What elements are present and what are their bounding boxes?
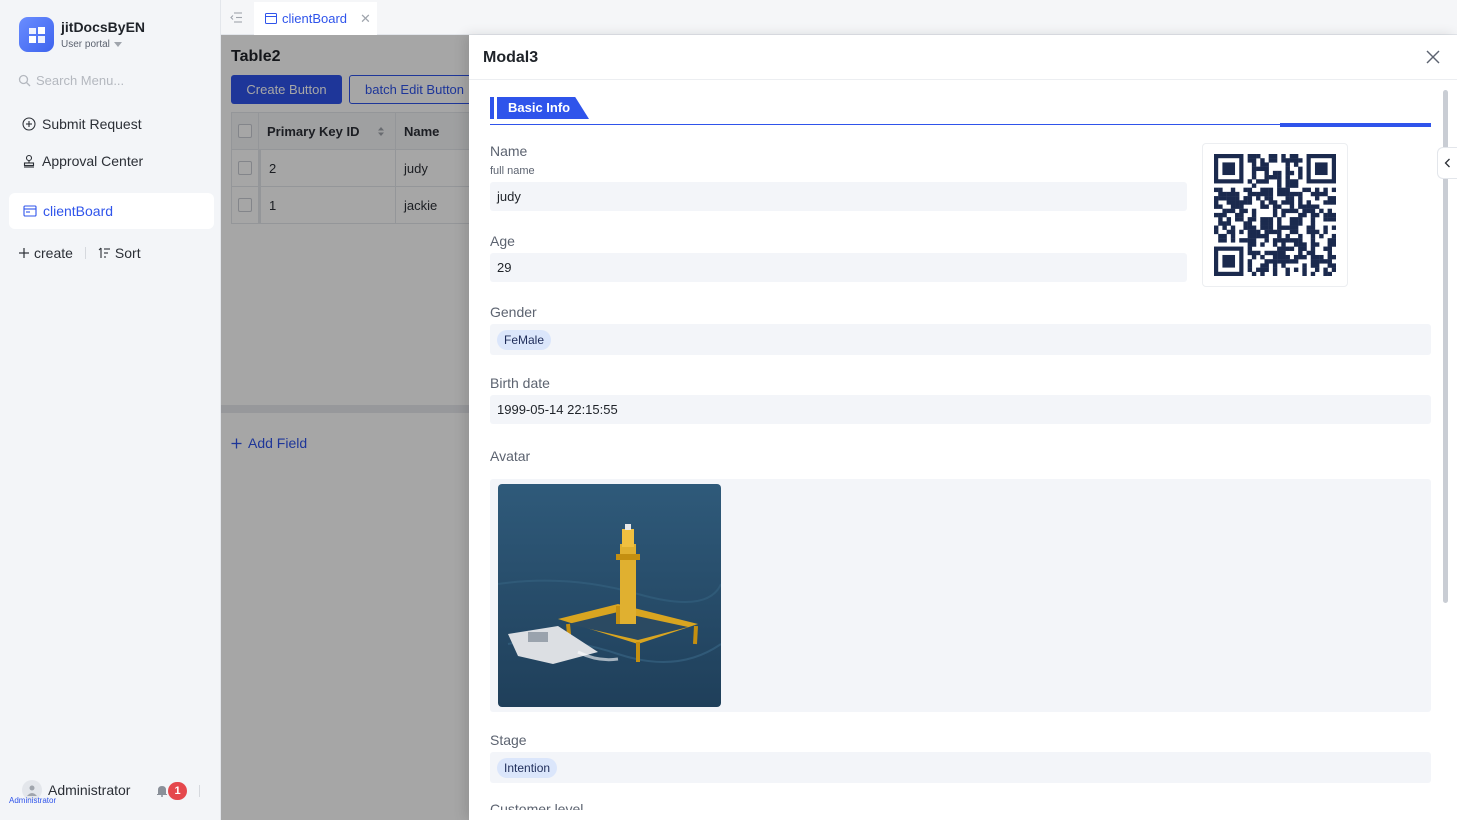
search-menu-input[interactable]: Search Menu... — [18, 73, 124, 88]
sidebar-item-clientboard[interactable]: clientBoard — [9, 193, 214, 229]
age-field: 29 — [490, 253, 1187, 282]
user-role-tag: Administrator — [9, 796, 57, 805]
close-icon[interactable] — [1426, 50, 1440, 67]
field-label-gender: Gender — [490, 304, 537, 320]
tab-label: clientBoard — [282, 11, 348, 26]
gender-field: FeMale — [490, 324, 1431, 355]
field-label-avatar: Avatar — [490, 448, 531, 464]
app-name: jitDocsByEN — [61, 19, 146, 35]
tab-bar: clientBoard ✕ — [221, 0, 1457, 35]
stage-field: Intention — [490, 752, 1431, 783]
sort-button[interactable]: Sort — [98, 245, 141, 261]
search-placeholder: Search Menu... — [36, 73, 125, 88]
search-icon — [18, 74, 31, 87]
board-icon — [23, 205, 37, 217]
gender-tag: FeMale — [497, 329, 552, 350]
section-title: Basic Info — [497, 97, 589, 119]
board-icon — [265, 13, 277, 24]
name-field: judy — [490, 182, 1187, 211]
portal-label: User portal — [61, 39, 110, 50]
sidebar-item-submit-request[interactable]: Submit Request — [22, 116, 142, 132]
avatar-image[interactable] — [498, 484, 721, 707]
field-label-stage: Stage — [490, 732, 527, 748]
create-label: create — [34, 245, 73, 261]
close-tab-icon[interactable]: ✕ — [360, 11, 371, 27]
field-label-birth-date: Birth date — [490, 375, 550, 391]
section-accent — [490, 97, 494, 119]
modal-header: Modal3 — [469, 35, 1457, 80]
caret-down-icon — [113, 41, 122, 47]
sidebar-item-label: clientBoard — [43, 203, 114, 219]
tab-clientboard[interactable]: clientBoard ✕ — [254, 2, 377, 35]
section-underline-accent — [1280, 123, 1431, 127]
modal-title: Modal3 — [483, 49, 539, 66]
stage-tag: Intention — [497, 757, 558, 778]
bell-icon[interactable] — [156, 784, 168, 800]
qr-code-icon — [1214, 154, 1336, 276]
chevron-left-icon[interactable] — [1437, 147, 1457, 179]
plus-circle-icon — [22, 117, 36, 131]
divider — [199, 785, 200, 797]
modal-backdrop[interactable] — [221, 35, 469, 820]
plus-icon — [19, 248, 29, 258]
field-label-next: Customer level — [490, 801, 584, 810]
field-label-name: Name — [490, 143, 528, 159]
sidebar-item-approval-center[interactable]: Approval Center — [22, 153, 143, 169]
portal-switcher[interactable]: User portal — [61, 39, 122, 50]
collapse-sidebar-icon[interactable] — [230, 10, 243, 26]
field-label-age: Age — [490, 233, 515, 249]
sidebar-item-label: Submit Request — [42, 116, 142, 132]
stamp-icon — [23, 154, 35, 168]
sidebar-item-label: Approval Center — [42, 153, 144, 169]
sort-icon — [98, 247, 110, 258]
sort-label: Sort — [114, 245, 141, 261]
create-button[interactable]: create — [18, 245, 73, 261]
sidebar-actions: create Sort — [18, 245, 141, 261]
avatar-field — [490, 479, 1431, 712]
birth-date-field: 1999-05-14 22:15:55 — [490, 395, 1431, 424]
modal-drawer: Modal3 Basic Info Name full name judy Ag… — [469, 35, 1457, 820]
user-name: Administrator — [48, 782, 131, 798]
field-desc-name: full name — [490, 165, 535, 177]
divider — [84, 247, 86, 259]
notification-badge: 1 — [168, 782, 187, 800]
qr-code — [1202, 143, 1348, 287]
section-header: Basic Info — [490, 97, 1431, 127]
sidebar: jitDocsByEN User portal Search Menu... S… — [0, 0, 221, 820]
app-logo-icon[interactable] — [19, 17, 54, 52]
